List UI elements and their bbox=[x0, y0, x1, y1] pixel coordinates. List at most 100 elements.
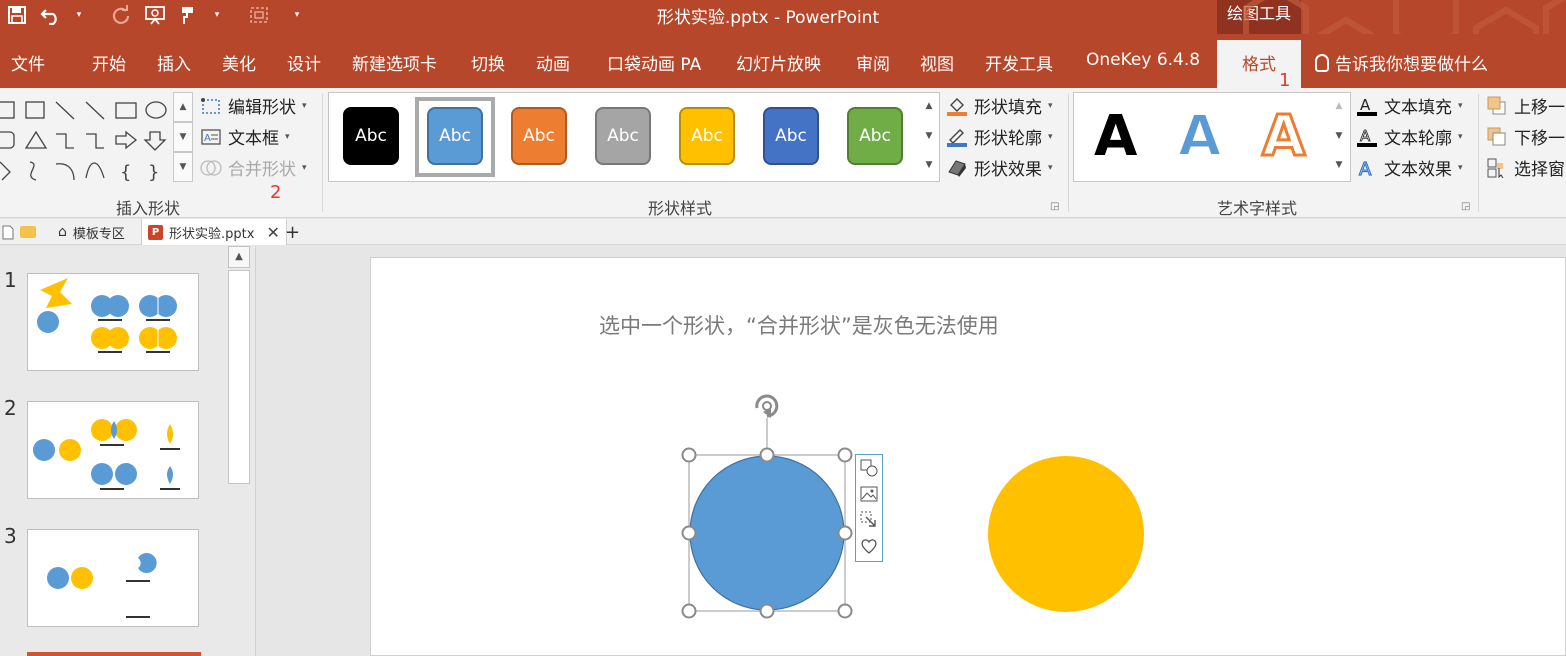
wordart-launcher-icon[interactable]: ◲ bbox=[1461, 201, 1470, 212]
slide-canvas[interactable]: 选中一个形状，“合并形状”是灰色无法使用 bbox=[370, 257, 1566, 656]
ribbon-tabs: 文件 开始 插入 美化 设计 新建选项卡 切换 动画 口袋动画 PA 幻灯片放映… bbox=[0, 34, 1566, 91]
slide-number: 2 bbox=[4, 396, 17, 420]
wordart-gallery-scroll-up: ▲ bbox=[1335, 101, 1343, 111]
tab-animations[interactable]: 动画 bbox=[536, 50, 570, 75]
wordart-preset-black[interactable]: A bbox=[1094, 105, 1137, 169]
chevron-down-icon: ▾ bbox=[1458, 131, 1463, 142]
picture-icon[interactable] bbox=[860, 485, 878, 503]
tab-view[interactable]: 视图 bbox=[920, 50, 954, 75]
tab-design[interactable]: 设计 bbox=[287, 50, 321, 75]
send-backward-button[interactable]: 下移一 bbox=[1486, 124, 1565, 149]
slide-thumbnail-3[interactable] bbox=[27, 529, 199, 627]
group-separator bbox=[1478, 94, 1479, 212]
style-gallery-scroll-down[interactable]: ▼ bbox=[919, 122, 939, 152]
shape-fill-label: 形状填充 bbox=[974, 98, 1042, 118]
text-outline-button[interactable]: A 文本轮廓 ▾ bbox=[1356, 124, 1463, 149]
edit-shape-icon bbox=[200, 97, 222, 115]
edit-shape-button[interactable]: 编辑形状 ▾ bbox=[200, 93, 307, 118]
style-gallery-scroll-up[interactable]: ▲ bbox=[919, 93, 939, 122]
chevron-down-icon: ▾ bbox=[285, 131, 290, 142]
send-backward-label: 下移一 bbox=[1514, 129, 1565, 149]
style-preset-green[interactable]: Abc bbox=[847, 107, 903, 165]
wordart-preset-orange-outline[interactable]: A bbox=[1260, 103, 1306, 170]
text-effects-icon: A bbox=[1356, 158, 1378, 178]
thumbnail-3-shapes bbox=[47, 553, 160, 618]
shape-gallery-more[interactable]: ▼ bbox=[173, 152, 193, 182]
svg-text:A: A bbox=[1359, 159, 1372, 178]
svg-text:A: A bbox=[204, 133, 211, 144]
text-fill-button[interactable]: A 文本填充 ▾ bbox=[1356, 93, 1463, 118]
tab-slideshow[interactable]: 幻灯片放映 bbox=[736, 50, 821, 75]
selection-pane-label: 选择窗 bbox=[1514, 160, 1565, 180]
shape-gallery-scroll-up[interactable]: ▲ bbox=[173, 92, 193, 122]
tell-me-search[interactable]: 告诉我你想要做什么 bbox=[1315, 50, 1488, 75]
shape-outline-button[interactable]: 形状轮廓 ▾ bbox=[946, 124, 1053, 149]
text-effects-button[interactable]: A 文本效果 ▾ bbox=[1356, 155, 1462, 180]
crop-arrow-icon[interactable] bbox=[860, 511, 878, 529]
tell-me-text: 告诉我你想要做什么 bbox=[1335, 55, 1488, 75]
style-gallery-more[interactable]: ▼ bbox=[919, 152, 939, 181]
slide-thumbnail-2[interactable] bbox=[27, 401, 199, 499]
open-folder-button[interactable] bbox=[14, 219, 42, 245]
blue-circle-shape[interactable] bbox=[689, 455, 845, 611]
shape-fill-button[interactable]: 形状填充 ▾ bbox=[946, 93, 1053, 118]
tab-insert[interactable]: 插入 bbox=[157, 50, 191, 75]
edit-shape-label: 编辑形状 bbox=[228, 98, 296, 118]
textbox-label: 文本框 bbox=[228, 129, 279, 149]
style-preset-gold[interactable]: Abc bbox=[679, 107, 735, 165]
tab-review[interactable]: 审阅 bbox=[856, 50, 890, 75]
bring-forward-button[interactable]: 上移一 bbox=[1486, 93, 1565, 118]
paint-bucket-icon bbox=[946, 97, 968, 116]
wordart-gallery-scroll-down[interactable]: ▼ bbox=[1329, 122, 1349, 152]
slide-number: 3 bbox=[4, 524, 17, 548]
textbox-button[interactable]: A 文本框 ▾ bbox=[200, 124, 290, 149]
thumbnail-scrollbar[interactable]: ▲ bbox=[227, 246, 251, 656]
style-preset-blue[interactable]: Abc bbox=[427, 107, 483, 165]
annotation-number-2: 2 bbox=[270, 182, 282, 203]
tab-beautify[interactable]: 美化 bbox=[222, 50, 256, 75]
close-icon[interactable]: ✕ bbox=[266, 223, 279, 242]
shape-styles-gallery[interactable]: Abc Abc Abc Abc Abc Abc Abc bbox=[328, 92, 940, 182]
document-tab-label: 形状实验.pptx bbox=[169, 226, 255, 242]
text-outline-icon: A bbox=[1356, 127, 1378, 147]
wordart-preset-blue[interactable]: A bbox=[1177, 104, 1222, 170]
document-tab-active[interactable]: P 形状实验.pptx ✕ bbox=[141, 219, 287, 245]
new-tab-plus-icon[interactable]: + bbox=[279, 219, 306, 245]
wordart-styles-gallery[interactable]: A A A bbox=[1073, 92, 1351, 182]
rotate-handle-icon[interactable] bbox=[755, 394, 779, 418]
svg-text:{: { bbox=[120, 162, 131, 183]
lightbulb-icon bbox=[1315, 53, 1329, 72]
tab-transitions[interactable]: 切换 bbox=[471, 50, 505, 75]
shape-gallery-scroll-down[interactable]: ▼ bbox=[173, 122, 193, 152]
shape-styles-launcher-icon[interactable]: ◲ bbox=[1050, 201, 1059, 212]
shapes-icon[interactable] bbox=[860, 459, 878, 477]
tab-new-tab[interactable]: 新建选项卡 bbox=[352, 50, 437, 75]
yellow-circle-shape[interactable] bbox=[988, 456, 1144, 612]
style-preset-black[interactable]: Abc bbox=[343, 107, 399, 165]
shape-gallery[interactable]: { } bbox=[0, 92, 172, 184]
slide-thumbnail-1[interactable] bbox=[27, 273, 199, 371]
tab-file[interactable]: 文件 bbox=[11, 50, 45, 75]
scrollbar-thumb[interactable] bbox=[228, 270, 250, 484]
tab-pocket-animation[interactable]: 口袋动画 PA bbox=[607, 50, 701, 75]
scroll-up-icon[interactable]: ▲ bbox=[228, 246, 250, 268]
heart-icon[interactable] bbox=[860, 537, 878, 555]
selection-pane-button[interactable]: 选择窗 bbox=[1486, 155, 1565, 180]
style-preset-orange[interactable]: Abc bbox=[511, 107, 567, 165]
chevron-down-icon: ▾ bbox=[302, 100, 307, 111]
tab-developer[interactable]: 开发工具 bbox=[985, 50, 1053, 75]
tab-onekey[interactable]: OneKey 6.4.8 bbox=[1086, 50, 1200, 70]
svg-text:}: } bbox=[148, 162, 159, 183]
shape-styles-group-label: 形状样式 bbox=[648, 199, 713, 218]
tab-home[interactable]: 开始 bbox=[92, 50, 126, 75]
send-backward-icon bbox=[1486, 127, 1508, 146]
document-tabs-bar: ⌂ 模板专区 P 形状实验.pptx ✕ + bbox=[0, 219, 1566, 245]
style-preset-gray[interactable]: Abc bbox=[595, 107, 651, 165]
text-fill-icon: A bbox=[1356, 96, 1378, 116]
thumbnail-1-shapes bbox=[37, 278, 177, 353]
wordart-gallery-more[interactable]: ▼ bbox=[1329, 152, 1349, 181]
style-preset-dark-blue[interactable]: Abc bbox=[763, 107, 819, 165]
slide-editor: 选中一个形状，“合并形状”是灰色无法使用 bbox=[256, 246, 1566, 656]
template-zone-tab[interactable]: ⌂ 模板专区 bbox=[52, 219, 131, 245]
shape-effects-button[interactable]: 形状效果 ▾ bbox=[946, 155, 1053, 180]
